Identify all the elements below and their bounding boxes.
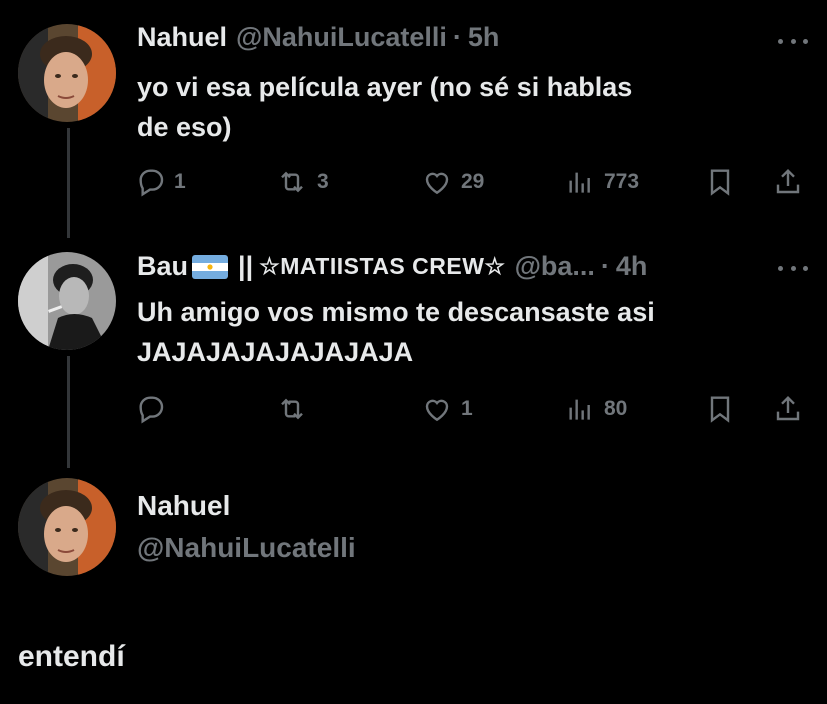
repost-button[interactable] <box>275 393 317 425</box>
author-handle[interactable]: @ba... <box>515 251 595 282</box>
avatar-nahuel-main[interactable] <box>18 478 116 576</box>
bookmark-icon <box>710 169 730 196</box>
tweet-2-text: Uh amigo vos mismo te descansaste asi JA… <box>137 292 797 372</box>
author-name[interactable]: Nahuel <box>137 22 227 53</box>
tweet-2-actions: 1 80 <box>134 393 814 427</box>
more-icon[interactable] <box>778 36 808 46</box>
tweet-1-header: Nahuel @NahuiLucatelli · 5h <box>137 22 499 53</box>
timestamp[interactable]: 4h <box>616 251 648 282</box>
main-tweet-text: entendí <box>18 640 125 673</box>
like-icon <box>425 172 449 195</box>
share-icon <box>776 168 800 194</box>
text-line: Uh amigo vos mismo te descansaste asi <box>137 297 655 327</box>
reply-button[interactable]: 1 <box>134 166 186 198</box>
views-icon <box>569 172 590 193</box>
text-line: de eso) <box>137 112 232 142</box>
tweet-1-actions: 1 3 29 773 <box>134 166 814 200</box>
repost-count: 3 <box>317 170 329 193</box>
avatar-nahuel[interactable] <box>18 24 116 122</box>
repost-icon <box>281 398 303 420</box>
thread-line-2 <box>67 356 70 468</box>
display-name-suffix: ☆MATIISTAS CREW☆ <box>259 253 506 279</box>
views-button[interactable]: 773 <box>564 166 639 198</box>
main-author-name[interactable]: Nahuel <box>137 490 230 522</box>
bookmark-button[interactable] <box>704 393 736 425</box>
reply-icon <box>139 169 164 197</box>
tweet-2-header: Bau || ☆MATIISTAS CREW☆ @ba... · 4h <box>137 251 647 282</box>
like-icon <box>425 399 449 422</box>
separator-dot: · <box>600 251 610 281</box>
text-line: JAJAJAJAJAJAJAJA <box>137 337 414 367</box>
bookmark-icon <box>710 396 730 423</box>
reply-count: 1 <box>174 170 186 193</box>
like-button[interactable]: 1 <box>421 393 473 425</box>
author-name[interactable]: Bau <box>137 251 188 282</box>
separator-dot: · <box>452 22 462 52</box>
timestamp[interactable]: 5h <box>468 22 500 53</box>
argentina-flag-icon <box>192 254 229 279</box>
views-button[interactable]: 80 <box>564 393 627 425</box>
text-line: yo vi esa película ayer (no sé si hablas <box>137 72 633 102</box>
reply-icon <box>139 396 164 424</box>
author-handle[interactable]: @NahuiLucatelli <box>236 22 447 53</box>
share-button[interactable] <box>772 166 804 198</box>
bookmark-button[interactable] <box>704 166 736 198</box>
reply-button[interactable] <box>134 393 174 425</box>
avatar-bau[interactable] <box>18 252 116 350</box>
share-button[interactable] <box>772 393 804 425</box>
like-count: 1 <box>461 397 473 420</box>
like-count: 29 <box>461 170 485 193</box>
repost-button[interactable]: 3 <box>275 166 329 198</box>
repost-icon <box>281 171 303 193</box>
name-separator: || <box>238 251 254 281</box>
thread-line-1 <box>67 128 70 238</box>
share-icon <box>776 395 800 421</box>
main-author-handle[interactable]: @NahuiLucatelli <box>137 532 356 564</box>
view-count: 80 <box>604 397 628 420</box>
views-icon <box>569 399 590 420</box>
more-icon[interactable] <box>778 263 808 273</box>
like-button[interactable]: 29 <box>421 166 484 198</box>
view-count: 773 <box>604 170 640 193</box>
tweet-1-text: yo vi esa película ayer (no sé si hablas… <box>137 67 797 147</box>
